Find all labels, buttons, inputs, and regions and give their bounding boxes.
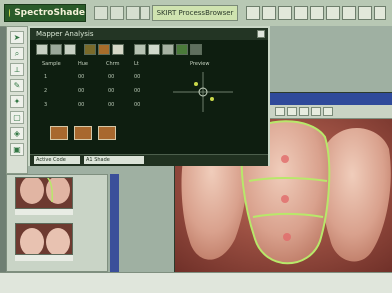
home-icon[interactable] — [262, 6, 276, 20]
open-icon[interactable] — [50, 44, 62, 55]
color-tool-icon[interactable]: ◈ — [10, 127, 24, 140]
thumbnail-2-caption — [15, 255, 73, 261]
logo-mark-icon — [9, 9, 11, 17]
left-arrow-icon[interactable] — [134, 44, 146, 55]
tool-2-icon[interactable] — [287, 107, 297, 116]
brush-tool-icon[interactable]: ✦ — [10, 95, 24, 108]
folder-icon[interactable] — [278, 6, 292, 20]
row-value: 00 — [134, 88, 141, 94]
app-name: SpectroShade — [14, 8, 85, 18]
row-label: 3 — [44, 102, 48, 108]
shade-dialog: Mapper Analysis Sample Hue Chrm Lt Previ… — [28, 26, 270, 166]
row-value: 00 — [134, 102, 141, 108]
window-title: SKIRT ProcessBrowser — [156, 9, 234, 17]
shade-graph — [173, 72, 233, 112]
row-value: 00 — [78, 88, 85, 94]
measure-point-2[interactable] — [281, 195, 289, 203]
row-label: 1 — [44, 74, 48, 80]
header-preview: Preview — [190, 61, 210, 67]
print-icon[interactable] — [310, 6, 324, 20]
thumbnail-1-caption — [15, 209, 73, 215]
vertical-scroll-strip[interactable] — [110, 174, 119, 272]
status-right: A1 Shade — [84, 156, 144, 164]
tool-5-icon[interactable] — [323, 107, 333, 116]
status-left: Active Code — [34, 156, 80, 164]
page-icon[interactable] — [126, 6, 140, 20]
thumbnail-1[interactable] — [15, 177, 73, 209]
header-chroma: Chrm — [106, 61, 120, 67]
save-icon[interactable] — [64, 44, 76, 55]
pointer-icon[interactable] — [94, 6, 108, 20]
row-value: 00 — [78, 102, 85, 108]
header-hue: Hue — [78, 61, 89, 67]
row-value: 00 — [108, 102, 115, 108]
dialog-statusbar: Active Code A1 Shade — [30, 154, 268, 166]
more-icon[interactable] — [374, 6, 386, 20]
grid-icon[interactable] — [110, 6, 124, 20]
row-value: 00 — [108, 74, 115, 80]
help-icon[interactable] — [358, 6, 372, 20]
swatch-3[interactable] — [98, 126, 116, 140]
row-value: 00 — [78, 74, 85, 80]
right-arrow-icon[interactable] — [162, 44, 174, 55]
arrow-tool-icon[interactable]: ➤ — [10, 31, 24, 44]
top-toolbar: SpectroShade SKIRT ProcessBrowser — [0, 0, 392, 27]
tool-1-icon[interactable] — [275, 107, 285, 116]
palette-icon[interactable] — [84, 44, 96, 55]
statusbar — [0, 272, 392, 293]
dialog-titlebar[interactable]: Mapper Analysis — [30, 28, 268, 40]
measure-point-1[interactable] — [281, 155, 289, 163]
zoom-tool-icon[interactable]: ⌕ — [10, 47, 24, 60]
thumbnail-2[interactable] — [15, 223, 73, 255]
swatch-1[interactable] — [50, 126, 68, 140]
tool-4-icon[interactable] — [311, 107, 321, 116]
compare-icon[interactable] — [112, 44, 124, 55]
info-icon[interactable] — [342, 6, 356, 20]
paint-icon[interactable] — [140, 6, 150, 20]
globe-icon[interactable] — [326, 6, 340, 20]
select-tool-icon[interactable]: ▢ — [10, 111, 24, 124]
shade-icon[interactable] — [98, 44, 110, 55]
row-value: 00 — [134, 74, 141, 80]
header-sample: Sample — [42, 61, 61, 67]
row-label: 2 — [44, 88, 48, 94]
row-value: 00 — [108, 88, 115, 94]
new-icon[interactable] — [36, 44, 48, 55]
pen-tool-icon[interactable]: ✎ — [10, 79, 24, 92]
header-light: Lt — [134, 61, 139, 67]
measure-point-3[interactable] — [283, 233, 291, 241]
left-toolbar: ➤ ⌕ ⟂ ✎ ✦ ▢ ◈ ▣ — [6, 26, 28, 174]
window-icon[interactable] — [246, 6, 260, 20]
window-title-tab[interactable]: SKIRT ProcessBrowser — [152, 5, 238, 21]
tool-3-icon[interactable] — [299, 107, 309, 116]
swatch-2[interactable] — [74, 126, 92, 140]
close-icon[interactable] — [257, 30, 265, 38]
chart-icon[interactable] — [294, 6, 308, 20]
measure-tool-icon[interactable]: ⟂ — [10, 63, 24, 76]
dialog-title: Mapper Analysis — [36, 30, 94, 38]
list-icon[interactable] — [148, 44, 160, 55]
view-tool-icon[interactable]: ▣ — [10, 143, 24, 156]
thumbnail-panel — [6, 174, 108, 272]
settings-icon[interactable] — [190, 44, 202, 55]
app-logo: SpectroShade — [4, 4, 86, 22]
green-dot-icon[interactable] — [176, 44, 188, 55]
